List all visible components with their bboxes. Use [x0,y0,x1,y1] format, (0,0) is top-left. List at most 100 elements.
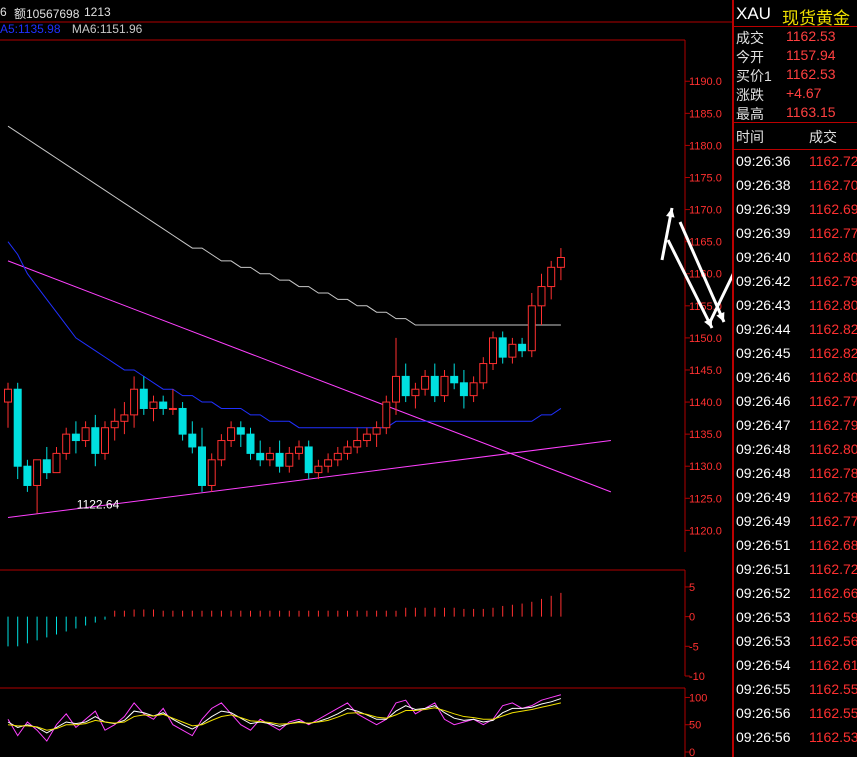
tick-time: 09:26:52 [736,585,791,601]
tick-list[interactable]: 09:26:36 1162.72 09:26:38 1162.70 09:26:39 11… [734,150,857,750]
quote-list: 成交 1162.53 今开 1157.94 买价1 1162.53 涨跌 +4.67 最高 116… [734,27,857,122]
tick-row: 09:26:54 1162.61 [734,654,857,678]
tick-price: 1162.55 [809,681,857,697]
y-tick-label: 1175.0 [689,172,722,184]
tick-row: 09:26:42 1162.79 [734,270,857,294]
y-tick-label: 1170.0 [689,205,722,217]
y-tick-label: 1190.0 [689,76,722,88]
tick-price: 1162.77 [809,225,857,241]
candle-body [498,337,507,358]
quote-label: 涨跌 [736,87,764,103]
quote-label: 今开 [736,49,764,65]
tick-price: 1162.80 [809,441,857,457]
tick-price: 1162.78 [809,465,857,481]
tick-time: 09:26:39 [736,201,791,217]
quote-label: 买价1 [736,68,772,84]
tick-row: 09:26:56 1162.55 [734,702,857,726]
y-tick-label: 1140.0 [689,397,722,409]
kdj-tick-label: 0 [689,747,695,757]
candle-body [91,427,100,454]
tick-time: 09:26:36 [736,153,791,169]
tick-price: 1162.79 [809,273,857,289]
tick-time: 09:26:56 [736,729,791,745]
candle-body [139,388,148,409]
y-tick-label: 1145.0 [689,365,722,377]
tick-time: 09:26:39 [736,225,791,241]
candle-body [207,459,216,486]
candle-body [256,452,265,461]
tick-row: 09:26:38 1162.70 [734,174,857,198]
quote-row: 买价1 1162.53 [734,65,857,84]
candle-body [178,407,187,435]
candle-body [217,440,226,461]
candle-body [343,446,352,454]
candle-body [246,433,255,454]
macd-tick-label: 5 [689,582,695,594]
candle-body [159,401,168,409]
kdj-line [7,698,562,734]
candle-body [362,433,371,442]
tick-row: 09:26:40 1162.80 [734,246,857,270]
tick-price: 1162.77 [809,393,857,409]
tick-time: 09:26:46 [736,393,791,409]
candle-body [23,465,32,486]
tick-price: 1162.69 [809,201,857,217]
y-tick-label: 1180.0 [689,140,722,152]
tick-time: 09:26:48 [736,441,791,457]
tick-row: 09:26:56 1162.53 [734,726,857,750]
candle-body [62,433,71,454]
tick-row: 09:26:49 1162.77 [734,510,857,534]
tick-row: 09:26:52 1162.66 [734,582,857,606]
kdj-tick-label: 100 [689,692,707,704]
tick-row: 09:26:39 1162.69 [734,198,857,222]
tick-time: 09:26:51 [736,561,791,577]
macd-tick-label: -10 [689,671,705,683]
y-tick-label: 1120.0 [689,525,722,537]
quote-row: 涨跌 +4.67 [734,84,857,103]
candle-body [382,401,391,429]
quote-value: +4.67 [786,85,822,101]
tick-row: 09:26:45 1162.82 [734,342,857,366]
tick-price: 1162.53 [809,729,857,745]
tick-time: 09:26:53 [736,633,791,649]
candle-body [353,440,362,448]
tick-header-time: 时间 [736,129,764,145]
candle-body [518,343,527,352]
tick-price: 1162.80 [809,297,857,313]
tick-time: 09:26:44 [736,321,791,337]
tick-time: 09:26:45 [736,345,791,361]
quote-header: XAU 现货黄金 [734,0,857,28]
candle-body [527,305,536,352]
candle-body [130,388,139,416]
tick-price: 1162.79 [809,417,857,433]
candle-body [188,433,197,448]
tick-price: 1162.70 [809,177,857,193]
tick-time: 09:26:46 [736,369,791,385]
candle-body [52,452,61,474]
tick-row: 09:26:48 1162.78 [734,462,857,486]
instrument-name: 现货黄金 [782,9,850,28]
y-tick-label: 1125.0 [689,493,722,505]
tick-price: 1162.80 [809,249,857,265]
tick-time: 09:26:54 [736,657,791,673]
candle-body [149,401,158,409]
candle-body [33,459,42,486]
candle-body [4,388,12,403]
quote-value: 1162.53 [786,66,836,82]
tick-time: 09:26:55 [736,681,791,697]
tick-price: 1162.82 [809,321,857,337]
ma-line [7,125,561,326]
quote-row: 成交 1162.53 [734,27,857,46]
candle-body [168,407,177,410]
tick-row: 09:26:43 1162.80 [734,294,857,318]
candle-body [295,446,303,454]
tick-header: 时间 成交 [734,122,857,150]
price-chart[interactable]: 1190.01185.01180.01175.01170.01165.01160… [0,0,732,757]
symbol: XAU [736,4,771,23]
candle-body [236,427,245,435]
tick-header-price: 成交 [809,129,837,145]
candle-body [275,452,284,467]
candle-body [324,459,333,467]
quote-panel: XAU 现货黄金 成交 1162.53 今开 1157.94 买价1 1162.53 涨跌 +… [732,0,857,757]
tick-row: 09:26:39 1162.77 [734,222,857,246]
